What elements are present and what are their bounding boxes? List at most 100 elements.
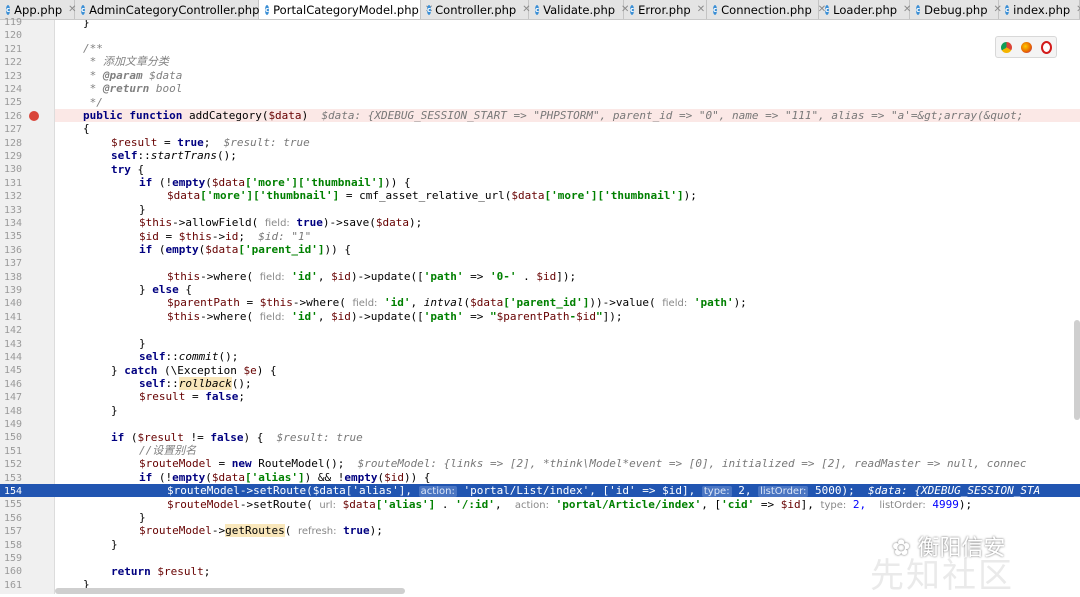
code-line: $data['more']['thumbnail'] = cmf_asset_r… bbox=[167, 189, 697, 202]
code-line: $routeModel = new RouteModel(); $routeMo… bbox=[139, 457, 1027, 470]
code-line: try { bbox=[111, 163, 145, 176]
tab-index-php[interactable]: cindex.php✕ bbox=[999, 0, 1080, 19]
line-number: 148 bbox=[3, 405, 22, 417]
browser-preview-toolbar bbox=[995, 36, 1057, 58]
close-icon[interactable]: ✕ bbox=[691, 4, 705, 15]
editor-tab-bar: cApp.php✕ cAdminCategoryController.php✕ … bbox=[0, 0, 1080, 20]
line-number: 145 bbox=[3, 365, 22, 377]
horizontal-scrollbar[interactable] bbox=[55, 588, 405, 594]
line-number: 131 bbox=[3, 177, 22, 189]
tab-controller-php[interactable]: c Controller.php ✕ bbox=[421, 0, 531, 19]
tab-label: AdminCategoryController.php bbox=[89, 2, 260, 17]
tab-connection-php[interactable]: c Connection.php ✕ bbox=[707, 0, 826, 19]
line-number: 149 bbox=[3, 419, 22, 430]
code-line: /** bbox=[83, 42, 103, 55]
inline-debug-value: $routeModel: {links => [2], *think\Model… bbox=[357, 457, 1027, 470]
tab-label: Controller.php bbox=[435, 2, 517, 17]
php-file-icon: c bbox=[427, 4, 432, 15]
code-line-current: $routeModel->setRoute($data['alias'], ac… bbox=[167, 484, 1041, 497]
code-line: * @return bool bbox=[83, 82, 183, 95]
code-line: $parentPath = $this->where( field: 'id',… bbox=[167, 296, 747, 309]
line-number: 121 bbox=[3, 43, 22, 55]
php-file-icon: c bbox=[535, 4, 540, 15]
code-line: * 添加文章分类 bbox=[83, 55, 169, 68]
line-number: 159 bbox=[3, 553, 22, 564]
line-number: 124 bbox=[3, 84, 22, 95]
code-line: } bbox=[111, 538, 118, 551]
line-number: 119 bbox=[3, 17, 22, 28]
code-line: } bbox=[83, 20, 90, 29]
line-number: 120 bbox=[3, 30, 22, 42]
code-line: } else { bbox=[139, 283, 192, 296]
chrome-icon[interactable] bbox=[1000, 41, 1012, 53]
inline-debug-value: $id: "1" bbox=[258, 230, 312, 243]
line-number: 144 bbox=[3, 352, 22, 363]
line-number: 157 bbox=[3, 526, 22, 538]
tab-debug-php[interactable]: c Debug.php ✕ bbox=[910, 0, 1002, 19]
code-line: $id = $this->id; $id: "1" bbox=[139, 230, 312, 243]
code-line: } bbox=[139, 337, 146, 350]
line-number: 146 bbox=[3, 378, 22, 390]
line-number: 139 bbox=[3, 285, 22, 296]
php-file-icon: c bbox=[630, 4, 635, 15]
firefox-icon[interactable] bbox=[1020, 41, 1032, 53]
opera-icon[interactable] bbox=[1040, 40, 1052, 54]
line-number: 160 bbox=[3, 566, 22, 578]
code-editor[interactable]: } /** * 添加文章分类 * @param $data * @return … bbox=[55, 20, 1080, 594]
line-number: 153 bbox=[3, 472, 22, 484]
line-number: 125 bbox=[3, 97, 22, 109]
tab-label: Error.php bbox=[638, 2, 691, 17]
php-file-icon: c bbox=[825, 4, 830, 15]
code-line: self::startTrans(); bbox=[111, 149, 237, 162]
line-number: 127 bbox=[3, 124, 22, 136]
line-number: 129 bbox=[3, 151, 22, 162]
code-line: if (empty($data['parent_id'])) { bbox=[139, 243, 351, 256]
line-number: 137 bbox=[3, 258, 22, 270]
code-line: $routeModel->getRoutes( refresh: true); bbox=[139, 524, 383, 537]
code-line: //设置别名 bbox=[139, 444, 197, 457]
tab-label: Validate.php bbox=[543, 2, 616, 17]
tab-label: Debug.php bbox=[924, 2, 988, 17]
line-number: 122 bbox=[3, 57, 22, 69]
line-number: 140 bbox=[3, 298, 22, 310]
line-number: 128 bbox=[3, 137, 22, 149]
line-number: 155 bbox=[3, 499, 22, 511]
code-line: return $result; bbox=[111, 565, 211, 578]
tab-label: index.php bbox=[1013, 2, 1071, 17]
tab-label: Loader.php bbox=[833, 2, 898, 17]
php-file-icon: c bbox=[81, 4, 86, 15]
line-number: 133 bbox=[3, 204, 22, 216]
code-line: } bbox=[139, 203, 146, 216]
line-number: 161 bbox=[3, 579, 22, 591]
tab-validate-php[interactable]: c Validate.php ✕ bbox=[529, 0, 629, 19]
inline-debug-value: $result: true bbox=[276, 431, 363, 444]
code-line: } bbox=[139, 511, 146, 524]
php-file-icon: c bbox=[265, 4, 270, 15]
code-line: $this->where( field: 'id', $id)->update(… bbox=[167, 270, 577, 283]
close-icon[interactable]: ✕ bbox=[1070, 4, 1080, 15]
php-file-icon: c bbox=[6, 4, 11, 15]
code-line-breakpoint: public function addCategory($data) $data… bbox=[83, 109, 1024, 122]
php-file-icon: c bbox=[713, 4, 718, 15]
tab-label: App.php bbox=[14, 2, 63, 17]
vertical-scrollbar[interactable] bbox=[1074, 320, 1080, 420]
tab-loader-php[interactable]: c Loader.php ✕ bbox=[819, 0, 911, 19]
tab-error-php[interactable]: c Error.php ✕ bbox=[624, 0, 707, 19]
code-line: if (!empty($data['more']['thumbnail'])) … bbox=[139, 176, 411, 189]
code-line: $routeModel->setRoute( url: $data['alias… bbox=[167, 498, 973, 511]
line-number: 141 bbox=[3, 311, 22, 323]
line-number: 134 bbox=[3, 218, 22, 229]
code-line: } catch (\Exception $e) { bbox=[111, 364, 277, 377]
line-number: 135 bbox=[3, 231, 22, 243]
tab-portalcategorymodel-php[interactable]: cPortalCategoryModel.php✕ bbox=[259, 0, 433, 19]
line-number: 126 bbox=[3, 110, 22, 122]
code-line: if (!empty($data['alias']) && !empty($id… bbox=[139, 471, 431, 484]
breakpoint-icon[interactable] bbox=[29, 111, 39, 121]
line-number: 156 bbox=[3, 512, 22, 524]
line-number: 123 bbox=[3, 70, 22, 82]
line-number: 158 bbox=[3, 539, 22, 551]
code-line: $result = true; $result: true bbox=[111, 136, 310, 149]
php-file-icon: c bbox=[1005, 4, 1010, 15]
code-line: */ bbox=[83, 96, 103, 109]
tab-admincategorycontroller-php[interactable]: cAdminCategoryController.php✕ bbox=[75, 0, 274, 19]
